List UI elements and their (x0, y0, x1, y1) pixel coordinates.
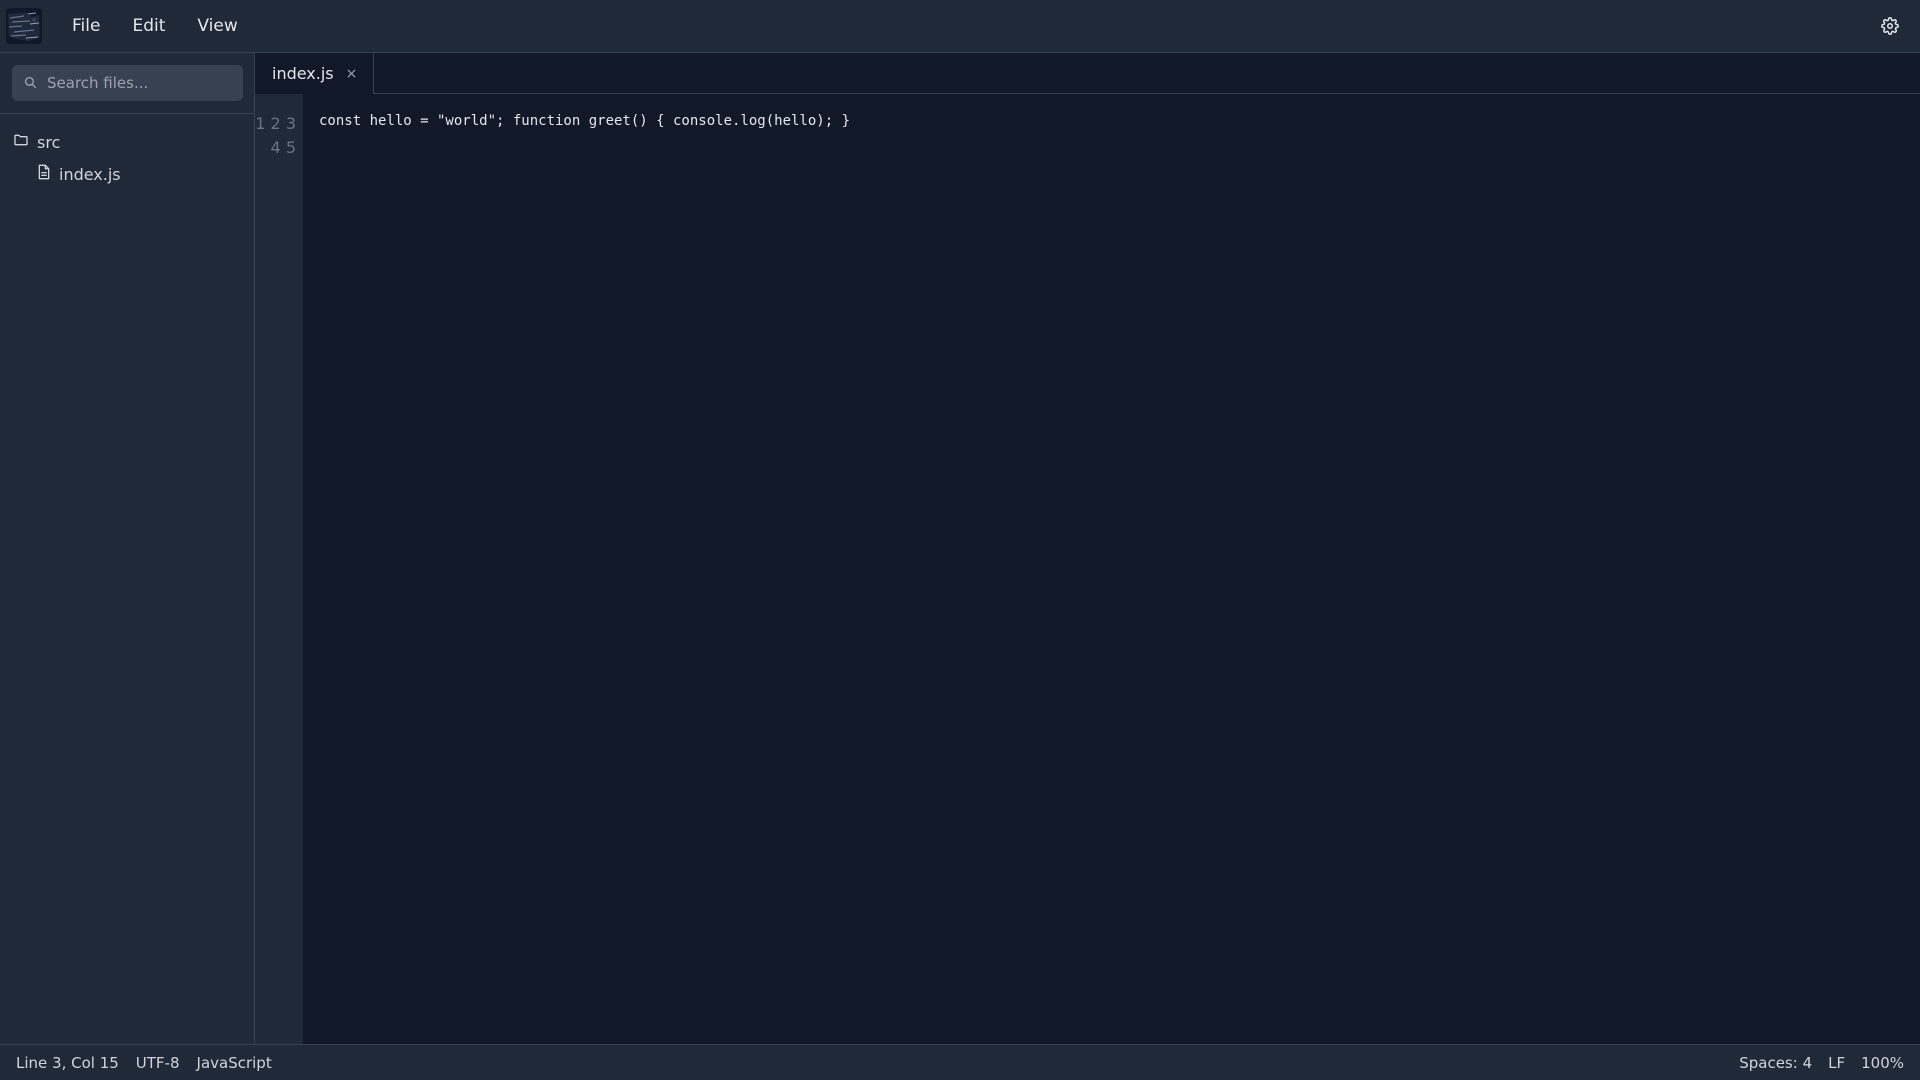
app-logo[interactable] (6, 8, 42, 44)
tree-folder-src[interactable]: src (0, 126, 254, 158)
tab-index-js[interactable]: index.js × (255, 53, 375, 94)
editor-area: index.js × 1 2 3 4 5 const hello = "worl… (255, 53, 1920, 1044)
file-tree: src index.js (0, 114, 254, 190)
search-box[interactable] (12, 65, 243, 101)
menu-edit[interactable]: Edit (116, 0, 181, 53)
status-bar: Line 3, Col 15 UTF-8 JavaScript Spaces: … (0, 1044, 1920, 1080)
line-number-gutter: 1 2 3 4 5 (255, 94, 303, 1044)
tab-label: index.js (272, 64, 334, 83)
status-line-ending[interactable]: LF (1828, 1054, 1845, 1072)
file-icon (37, 164, 59, 184)
gear-icon[interactable] (1878, 14, 1902, 38)
status-cursor-position: Line 3, Col 15 (16, 1053, 119, 1072)
editor-body: 1 2 3 4 5 const hello = "world"; functio… (255, 94, 1920, 1044)
file-explorer-sidebar: src index.js (0, 53, 255, 1044)
menu-view[interactable]: View (181, 0, 253, 53)
tree-file-index-js[interactable]: index.js (0, 158, 254, 190)
close-icon[interactable]: × (346, 66, 358, 82)
status-encoding[interactable]: UTF-8 (136, 1054, 180, 1072)
status-zoom[interactable]: 100% (1861, 1054, 1904, 1072)
code-editor[interactable]: const hello = "world"; function greet() … (303, 94, 1920, 1044)
tree-folder-label: src (37, 132, 61, 152)
menu-file[interactable]: File (56, 0, 116, 53)
editor-app: File Edit View Search files... src index… (0, 0, 1920, 1080)
top-bar: File Edit View (0, 0, 1920, 53)
tree-file-label: index.js (59, 164, 121, 184)
search-container (0, 53, 254, 114)
status-indentation[interactable]: Spaces: 4 (1739, 1054, 1812, 1072)
search-input[interactable] (45, 73, 235, 93)
status-language[interactable]: JavaScript (197, 1054, 272, 1072)
tab-bar: index.js × (255, 53, 1920, 94)
search-icon (24, 74, 37, 93)
folder-icon (13, 132, 37, 152)
